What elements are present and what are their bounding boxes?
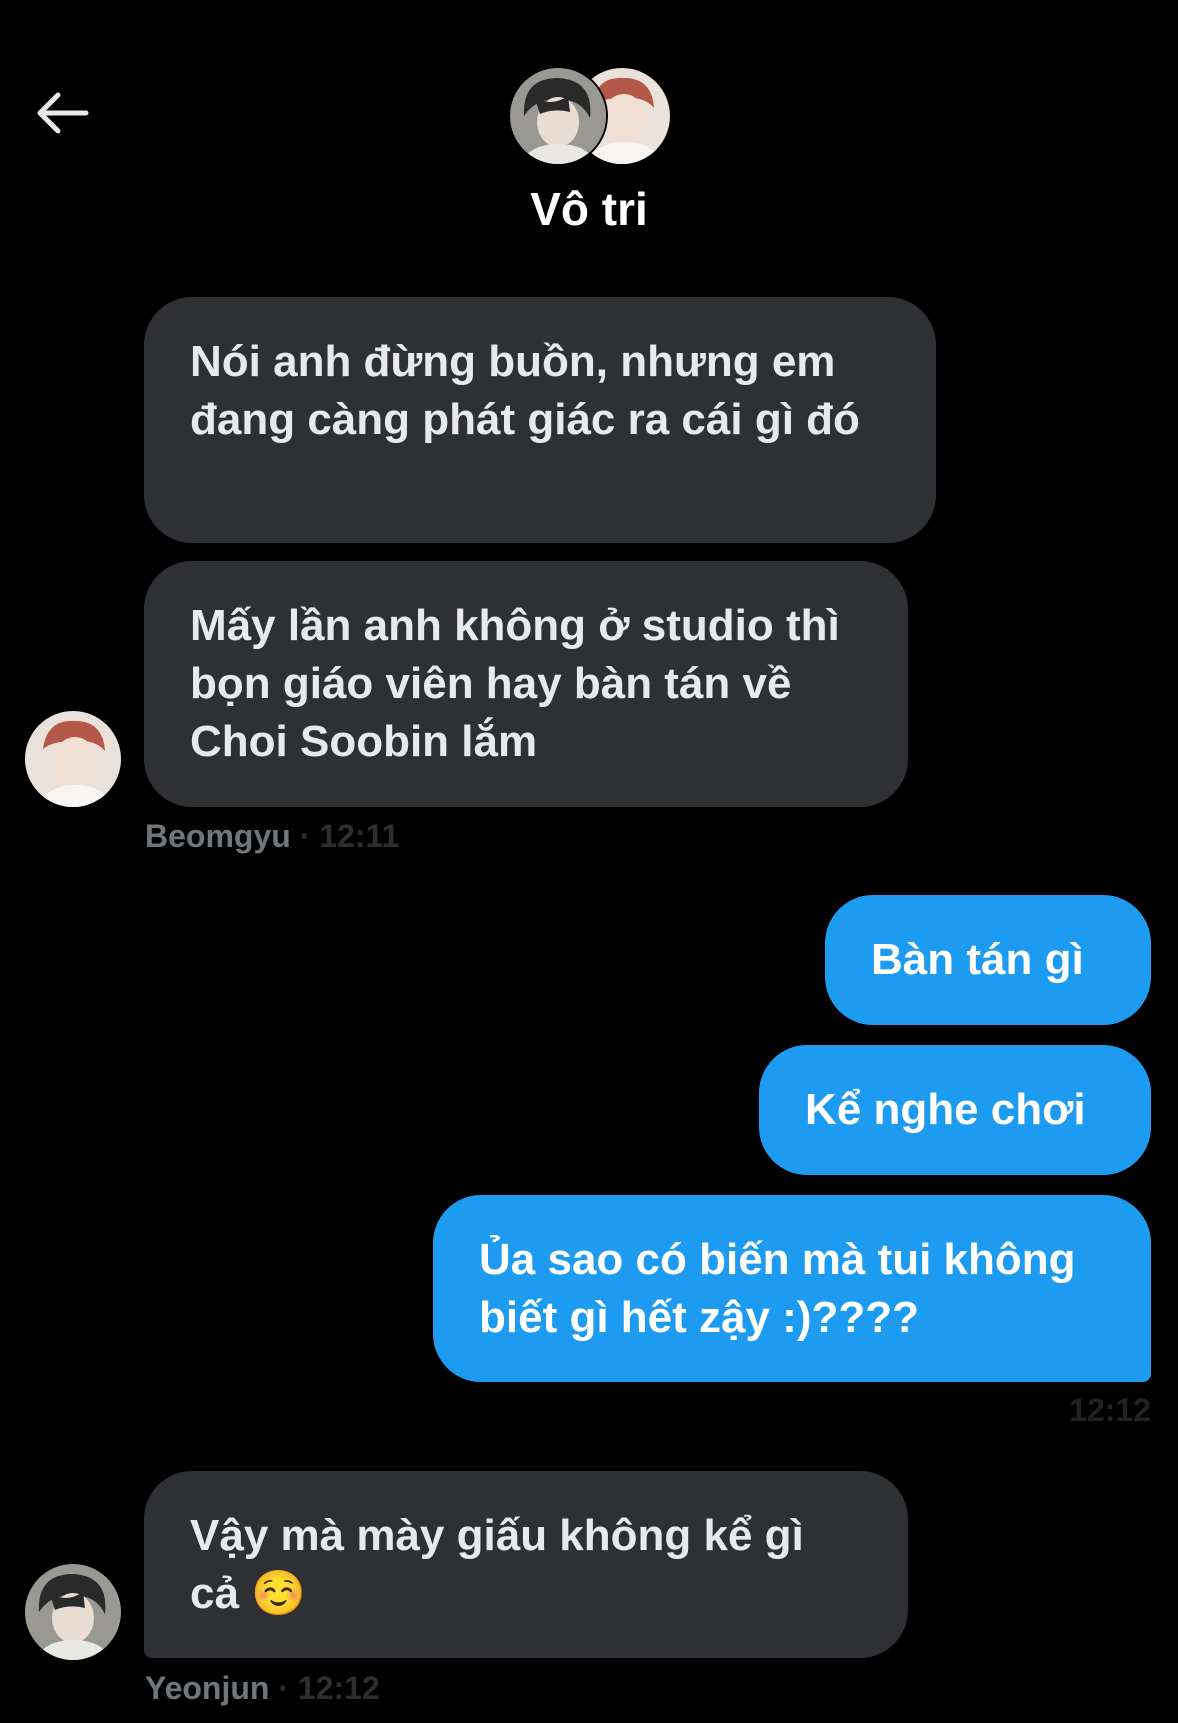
message-bubble-received[interactable]: Mấy lần anh không ở studio thì bọn giáo … — [144, 561, 908, 807]
message-time: 12:12 — [1069, 1392, 1151, 1428]
message-bubble-received[interactable]: Nói anh đừng buồn, nhưng em đang càng ph… — [144, 297, 936, 543]
message-bubble-received[interactable]: Vậy mà mày giấu không kể gì cả ☺️ — [144, 1471, 908, 1658]
message-bubble-sent[interactable]: Bàn tán gì — [825, 895, 1151, 1025]
back-button[interactable] — [30, 88, 94, 138]
conversation-title[interactable]: Vô tri — [0, 182, 1178, 236]
message-text: Nói anh đừng buồn, nhưng em đang càng ph… — [190, 337, 860, 444]
group-avatars[interactable] — [508, 66, 672, 166]
sender-name: Yeonjun — [145, 1670, 270, 1706]
message-text: Vậy mà mày giấu không kể gì cả ☺️ — [190, 1511, 804, 1618]
message-meta: Yeonjun · 12:12 — [145, 1670, 380, 1707]
message-bubble-sent[interactable]: Ủa sao có biến mà tui không biết gì hết … — [433, 1195, 1151, 1382]
message-time: · 12:11 — [290, 818, 400, 854]
arrow-left-icon — [37, 92, 89, 134]
message-text: Ủa sao có biến mà tui không biết gì hết … — [479, 1235, 1076, 1342]
message-text: Bàn tán gì — [871, 935, 1084, 984]
sender-name: Beomgyu — [145, 818, 291, 854]
sender-avatar-beomgyu[interactable] — [25, 711, 121, 807]
message-meta: Beomgyu · 12:11 — [145, 818, 399, 855]
message-text: Kể nghe chơi — [805, 1085, 1086, 1134]
message-bubble-sent[interactable]: Kể nghe chơi — [759, 1045, 1151, 1175]
message-text: Mấy lần anh không ở studio thì bọn giáo … — [190, 601, 840, 766]
avatar-yeonjun — [508, 66, 608, 166]
message-time: · 12:12 — [269, 1670, 380, 1706]
sender-avatar-yeonjun[interactable] — [25, 1564, 121, 1660]
